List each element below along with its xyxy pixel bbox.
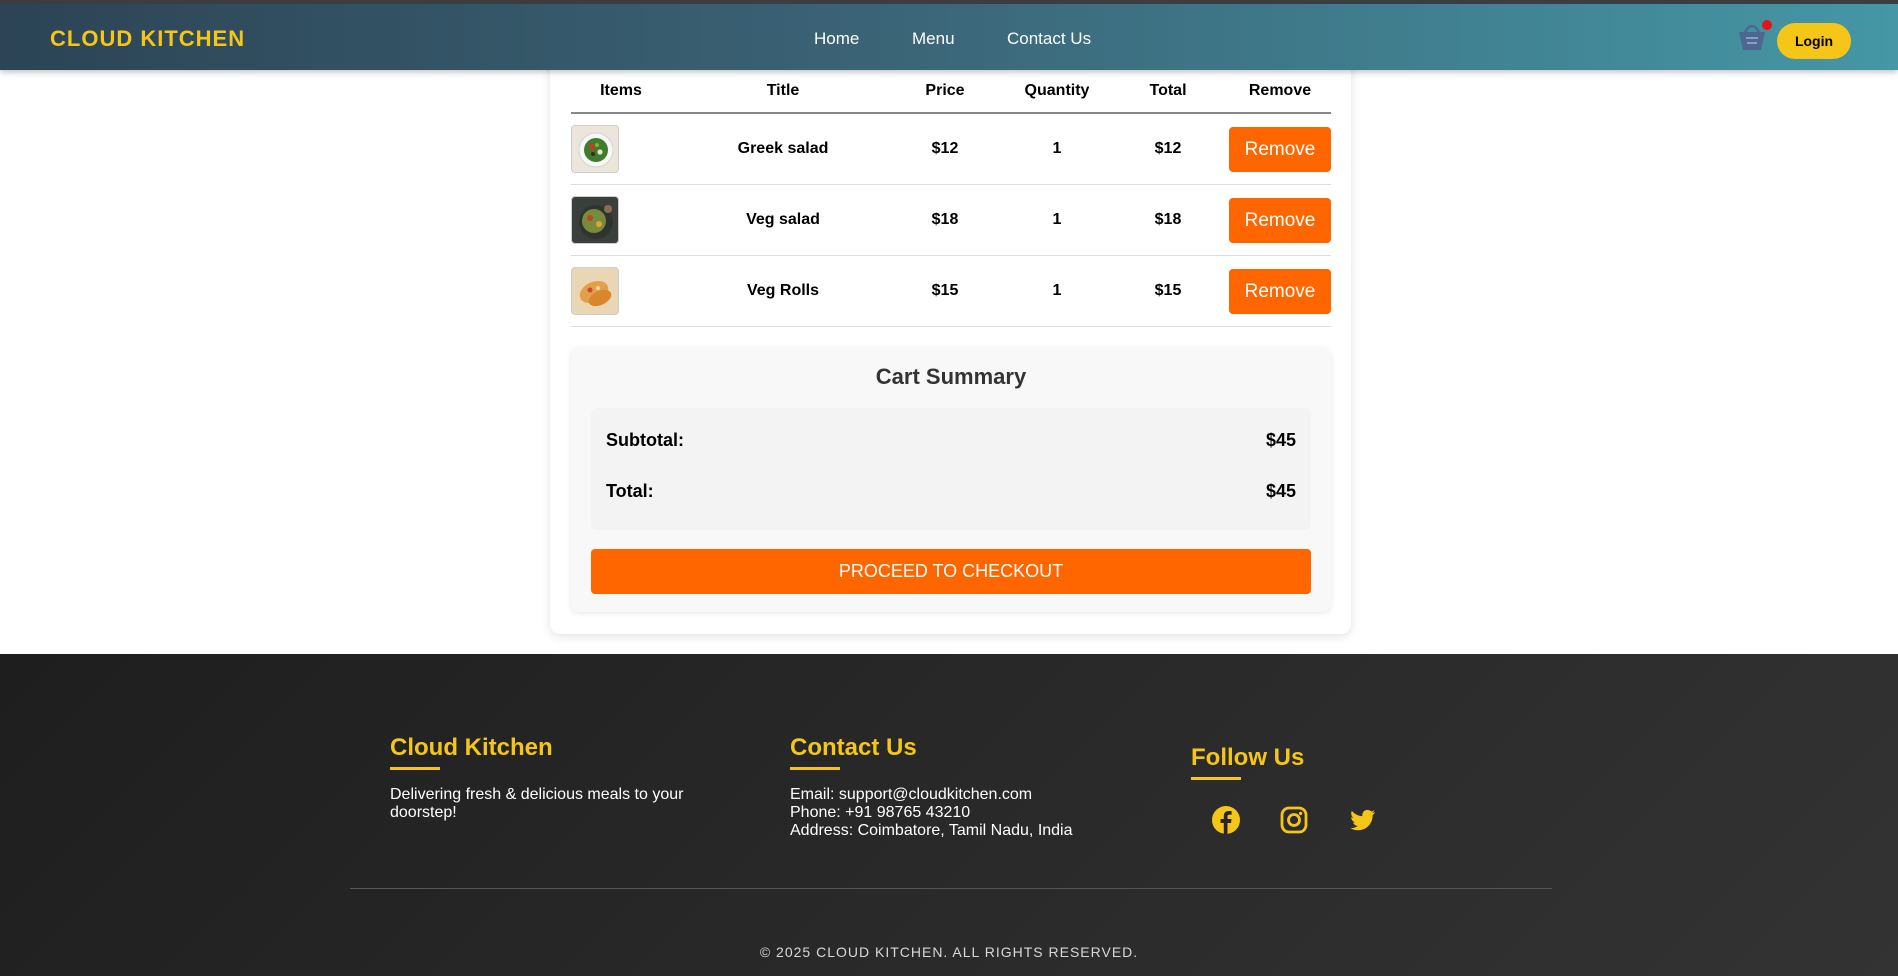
nav-home-link[interactable]: Home	[814, 29, 859, 49]
subtotal-value: $45	[1265, 430, 1296, 450]
item-title: Veg Rolls	[746, 282, 820, 299]
item-total: $12	[1154, 140, 1182, 157]
footer-phone: Phone: +91 98765 43210	[790, 804, 971, 821]
col-price: Price	[925, 82, 965, 99]
cart-notification-dot	[1762, 20, 1772, 30]
item-total: $15	[1154, 282, 1182, 299]
remove-button[interactable]: Remove	[1229, 198, 1331, 243]
veg-salad-image	[571, 196, 619, 244]
nav-menu-link[interactable]: Menu	[912, 29, 955, 49]
summary-title: Cart Summary	[875, 364, 1027, 389]
item-price: $18	[931, 211, 959, 228]
footer-contact: Contact Us Email: support@cloudkitchen.c…	[790, 734, 1130, 840]
footer-underline	[1191, 777, 1241, 780]
twitter-icon[interactable]	[1346, 804, 1378, 836]
nav-contact-link[interactable]: Contact Us	[1007, 29, 1091, 49]
veg-rolls-image	[571, 267, 619, 315]
item-title: Veg salad	[746, 211, 820, 228]
login-button[interactable]: Login	[1777, 23, 1851, 59]
item-quantity: 1	[1052, 140, 1062, 157]
remove-button[interactable]: Remove	[1229, 127, 1331, 172]
footer-address: Address: Coimbatore, Tamil Nadu, India	[790, 822, 1073, 839]
footer-about-text: Delivering fresh & delicious meals to yo…	[390, 786, 684, 821]
total-label: Total:	[606, 481, 654, 501]
footer-underline	[390, 767, 440, 770]
col-items: Items	[600, 82, 642, 99]
item-price: $15	[931, 282, 959, 299]
footer: Cloud Kitchen Delivering fresh & delicio…	[0, 654, 1898, 976]
footer-underline	[790, 767, 840, 770]
total-value: $45	[1265, 481, 1296, 501]
footer-contact-title: Contact Us	[790, 734, 917, 761]
col-quantity: Quantity	[1024, 82, 1090, 99]
item-title: Greek salad	[737, 140, 829, 157]
item-quantity: 1	[1052, 211, 1062, 228]
cart-table-header: Items Title Price Quantity Total Remove	[571, 80, 1331, 114]
cart-row: Veg Rolls $15 1 $15 Remove	[571, 256, 1331, 327]
subtotal-label: Subtotal:	[606, 430, 684, 450]
copyright: © 2025 CLOUD KITCHEN. ALL RIGHTS RESERVE…	[759, 944, 1139, 960]
cart-summary: Cart Summary Subtotal: $45 Total: $45 PR…	[571, 348, 1331, 612]
cart-table: Items Title Price Quantity Total Remove …	[571, 80, 1331, 327]
footer-email: Email: support@cloudkitchen.com	[790, 786, 1033, 803]
remove-button[interactable]: Remove	[1229, 269, 1331, 314]
footer-follow-title: Follow Us	[1191, 744, 1305, 771]
footer-about: Cloud Kitchen Delivering fresh & delicio…	[390, 734, 730, 822]
facebook-icon[interactable]	[1210, 804, 1242, 836]
col-title: Title	[766, 82, 800, 99]
footer-divider	[350, 888, 1552, 889]
col-total: Total	[1149, 82, 1187, 99]
greek-salad-image	[571, 125, 619, 173]
checkout-button[interactable]: PROCEED TO CHECKOUT	[591, 549, 1311, 594]
instagram-icon[interactable]	[1278, 804, 1310, 836]
footer-about-title: Cloud Kitchen	[390, 734, 553, 761]
cart-row: Veg salad $18 1 $18 Remove	[571, 185, 1331, 256]
navbar: CLOUD KITCHEN Home Menu Contact Us Login	[0, 0, 1898, 70]
item-price: $12	[931, 140, 959, 157]
col-remove: Remove	[1248, 82, 1312, 99]
footer-follow: Follow Us	[1191, 744, 1431, 834]
item-quantity: 1	[1052, 282, 1062, 299]
summary-totals: Subtotal: $45 Total: $45	[591, 408, 1311, 530]
item-total: $18	[1154, 211, 1182, 228]
nav-links: Home Menu Contact Us	[0, 29, 1898, 53]
cart-row: Greek salad $12 1 $12 Remove	[571, 114, 1331, 185]
